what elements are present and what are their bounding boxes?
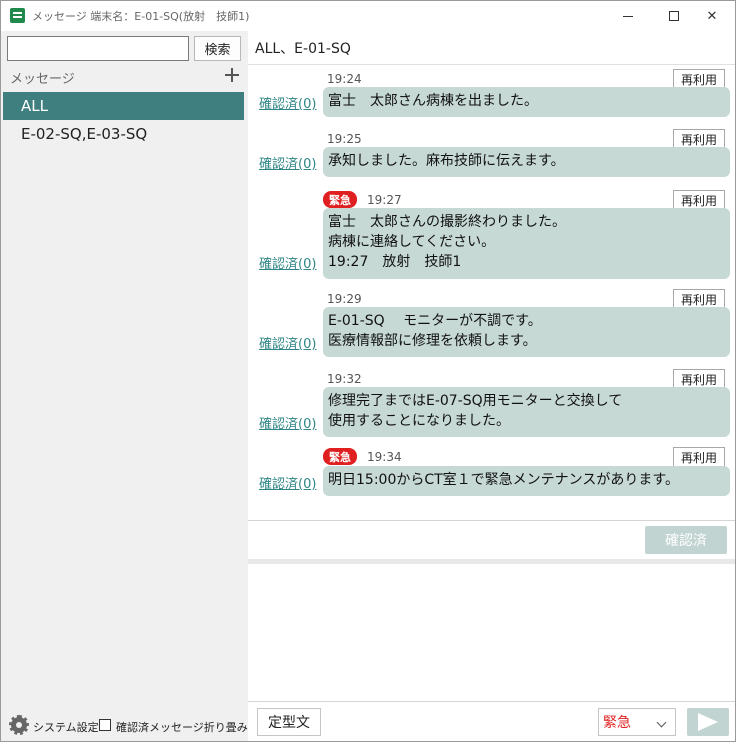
message-bubble: 明日15:00からCT室１で緊急メンテナンスがあります。 <box>323 466 730 496</box>
close-button[interactable]: ✕ <box>689 1 735 31</box>
message-item: 緊急 19:27 再利用 富士 太郎さんの撮影終わりました。 病棟に連絡してくだ… <box>248 185 735 285</box>
system-settings-link[interactable]: システム設定 <box>33 719 99 735</box>
confirm-status-link[interactable]: 確認済(0) <box>259 473 316 492</box>
message-time: 19:34 <box>367 450 402 464</box>
confirm-status-link[interactable]: 確認済(0) <box>259 333 316 352</box>
confirm-status-link[interactable]: 確認済(0) <box>259 413 316 432</box>
message-bubble: 承知しました。麻布技師に伝えます。 <box>323 147 730 177</box>
reuse-button[interactable]: 再利用 <box>673 190 725 210</box>
reuse-button[interactable]: 再利用 <box>673 69 725 89</box>
message-bubble: 富士 太郎さん病棟を出ました。 <box>323 87 730 117</box>
chevron-down-icon <box>656 717 667 728</box>
fold-checkbox[interactable] <box>99 719 111 731</box>
message-time: 19:29 <box>327 292 362 306</box>
message-item: 19:24 再利用 富士 太郎さん病棟を出ました。 確認済(0) <box>248 65 735 125</box>
conversation-item-e02-e03[interactable]: E-02-SQ,E-03-SQ <box>3 120 244 148</box>
confirm-button[interactable]: 確認済 <box>645 526 727 554</box>
message-item: 緊急 19:34 再利用 明日15:00からCT室１で緊急メンテナンスがあります… <box>248 444 735 506</box>
close-icon: ✕ <box>706 8 718 24</box>
confirm-status-link[interactable]: 確認済(0) <box>259 253 316 272</box>
sidebar: 検索 メッセージ ALL E-02-SQ,E-03-SQ システム設定 確認済メ… <box>1 31 248 741</box>
section-label: メッセージ <box>10 72 75 87</box>
reuse-button[interactable]: 再利用 <box>673 447 725 467</box>
message-item: 19:29 再利用 E-01-SQ モニターが不調です。 医療情報部に修理を依頼… <box>248 285 735 365</box>
send-button[interactable] <box>687 708 729 736</box>
divider <box>248 701 735 702</box>
maximize-icon <box>669 11 679 21</box>
template-button[interactable]: 定型文 <box>257 708 321 736</box>
sidebar-footer: システム設定 確認済メッセージ折り畳み <box>1 713 248 739</box>
message-bubble: E-01-SQ モニターが不調です。 医療情報部に修理を依頼します。 <box>323 307 730 357</box>
message-bubble: 富士 太郎さんの撮影終わりました。 病棟に連絡してください。 19:27 放射 … <box>323 208 730 279</box>
message-list: 19:24 再利用 富士 太郎さん病棟を出ました。 確認済(0) 19:25 再… <box>248 64 735 520</box>
reuse-button[interactable]: 再利用 <box>673 129 725 149</box>
confirm-status-link[interactable]: 確認済(0) <box>259 153 316 172</box>
window-title: メッセージ 端末名：E-01-SQ(放射 技師1) <box>32 10 250 23</box>
gear-icon[interactable] <box>9 715 29 735</box>
app-window: メッセージ 端末名：E-01-SQ(放射 技師1) ✕ 検索 メッセージ ALL… <box>0 0 736 742</box>
priority-value: 緊急 <box>603 715 631 731</box>
minimize-icon <box>623 15 633 17</box>
message-time: 19:25 <box>327 132 362 146</box>
message-item: 19:25 再利用 承知しました。麻布技師に伝えます。 確認済(0) <box>248 125 735 185</box>
search-input[interactable] <box>7 36 189 61</box>
app-logo-icon <box>10 8 25 23</box>
add-conversation-icon[interactable] <box>224 67 240 83</box>
message-time: 19:32 <box>327 372 362 386</box>
conversation-title: ALL、E-01-SQ <box>255 41 351 57</box>
fold-checkbox-label[interactable]: 確認済メッセージ折り畳み <box>116 719 248 735</box>
reuse-button[interactable]: 再利用 <box>673 289 725 309</box>
main-panel: ALL、E-01-SQ 19:24 再利用 富士 太郎さん病棟を出ました。 確認… <box>248 31 735 741</box>
message-time: 19:24 <box>327 72 362 86</box>
search-button[interactable]: 検索 <box>194 36 241 61</box>
urgent-badge: 緊急 <box>323 191 357 208</box>
message-bubble: 修理完了まではE-07-SQ用モニターと交換して 使用することになりました。 <box>323 387 730 437</box>
urgent-badge: 緊急 <box>323 448 357 465</box>
message-item: 19:32 再利用 修理完了まではE-07-SQ用モニターと交換して 使用するこ… <box>248 365 735 444</box>
reuse-button[interactable]: 再利用 <box>673 369 725 389</box>
message-compose-area[interactable] <box>248 564 735 700</box>
conversation-item-all[interactable]: ALL <box>3 92 244 120</box>
minimize-button[interactable] <box>605 1 651 31</box>
divider <box>248 520 735 521</box>
title-bar: メッセージ 端末名：E-01-SQ(放射 技師1) ✕ <box>1 1 735 31</box>
confirm-status-link[interactable]: 確認済(0) <box>259 93 316 112</box>
message-time: 19:27 <box>367 193 402 207</box>
send-icon <box>698 713 718 731</box>
priority-select[interactable]: 緊急 <box>598 708 676 736</box>
